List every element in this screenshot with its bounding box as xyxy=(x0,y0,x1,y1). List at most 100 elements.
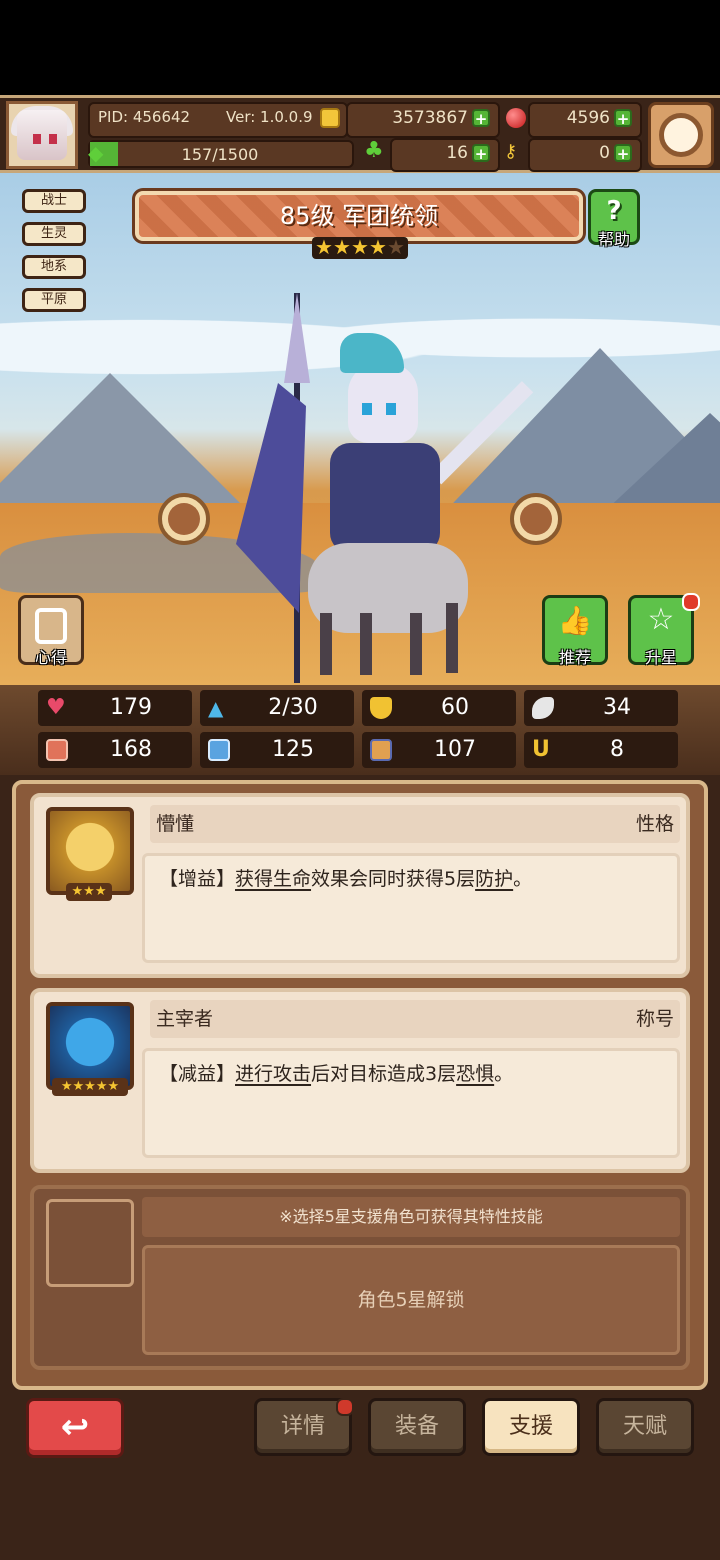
exp-value: 157/1500 xyxy=(181,145,259,164)
star-up-notification-dot xyxy=(682,593,700,611)
desc-prefix: 【减益】 xyxy=(159,1063,236,1085)
element-tag: 地系 xyxy=(22,255,86,279)
hero-eye xyxy=(386,403,396,415)
recommend-label: 推荐 xyxy=(558,648,591,667)
support-name: 懵懂 xyxy=(156,813,195,835)
avatar-eye xyxy=(33,134,41,144)
add-key-button[interactable]: + xyxy=(614,144,632,163)
prev-hero-button[interactable] xyxy=(158,493,210,545)
details-notification-dot xyxy=(336,1398,354,1416)
support-header: 懵懂 性格 xyxy=(150,805,680,843)
star-icon: ★ xyxy=(333,235,351,259)
star-up-label: 升星 xyxy=(644,648,677,667)
notes-icon xyxy=(35,608,67,644)
clover-amount: 16 xyxy=(446,143,468,163)
gear-icon xyxy=(659,113,703,157)
stat-attack: 168 xyxy=(38,732,192,768)
support-card-personality[interactable]: ★★★ 懵懂 性格 【增益】获得生命效果会同时获得5层防护。 xyxy=(30,793,690,978)
add-clover-button[interactable]: + xyxy=(472,144,490,163)
horse-leg xyxy=(446,603,458,673)
stat-speed: 34 xyxy=(524,690,678,726)
desc-suffix: 。 xyxy=(494,1063,514,1085)
hero-star-rating: ★ ★ ★ ★ ★ xyxy=(312,237,408,259)
hero-title: 85级 军团统领 xyxy=(279,202,439,230)
horseshoe-icon: Ս xyxy=(532,737,549,762)
mana-drop-icon: ▲ xyxy=(208,696,224,720)
horse-body xyxy=(308,543,468,633)
boots-icon xyxy=(370,739,392,761)
empty-portrait-slot[interactable] xyxy=(46,1199,134,1287)
gold-amount: 3573867 xyxy=(392,108,468,128)
help-button[interactable]: ? 帮助 xyxy=(588,189,640,249)
stat-hp: ♥ 179 xyxy=(38,690,192,726)
recommend-button[interactable]: 👍 推荐 xyxy=(542,595,608,667)
support-card-title[interactable]: ★★★★★ 主宰者 称号 【减益】进行攻击后对目标造成3层恐惧。 xyxy=(30,988,690,1173)
hero-eye xyxy=(362,403,372,415)
star-icon: ★ xyxy=(369,235,387,259)
gem-amount: 4596 xyxy=(566,108,610,128)
tab-talent[interactable]: 天赋 xyxy=(596,1398,694,1456)
stat-defense: 60 xyxy=(362,690,516,726)
locked-text: 角色5星解锁 xyxy=(142,1245,680,1355)
exp-gem-icon: ◆ xyxy=(88,141,104,165)
stat-luck: Ս 8 xyxy=(524,732,678,768)
keyword-link[interactable]: 防护 xyxy=(475,868,513,890)
pid-label: PID: 456642 xyxy=(98,108,191,126)
tab-support[interactable]: 支援 xyxy=(482,1398,580,1456)
support-description: 【减益】进行攻击后对目标造成3层恐惧。 xyxy=(142,1048,680,1158)
back-button[interactable]: ↩ xyxy=(26,1398,124,1458)
stat-value: 168 xyxy=(110,737,152,762)
terrain-tag: 平原 xyxy=(22,288,86,312)
locked-support-slot: ※选择5星支援角色可获得其特性技能 角色5星解锁 xyxy=(30,1185,690,1370)
stat-value: 125 xyxy=(272,737,314,762)
horse-leg xyxy=(360,613,372,675)
hero-body xyxy=(330,443,440,553)
support-type: 称号 xyxy=(635,1008,674,1030)
notes-label: 心得 xyxy=(34,648,67,667)
heart-icon: ♥ xyxy=(46,695,66,720)
keyword-link[interactable]: 恐惧 xyxy=(456,1063,494,1085)
shield-icon xyxy=(370,697,392,719)
stat-value: 8 xyxy=(610,737,624,762)
version-label: Ver: 1.0.0.9 xyxy=(226,108,313,126)
notes-button[interactable]: 心得 xyxy=(18,595,84,667)
fist-icon xyxy=(46,739,68,761)
gem-icon xyxy=(506,108,526,128)
star-icon: ★ xyxy=(351,235,369,259)
resource-header: PID: 456642 Ver: 1.0.0.9 3573867 + 4596 … xyxy=(0,95,720,173)
support-header: 主宰者 称号 xyxy=(150,1000,680,1038)
add-gold-button[interactable]: + xyxy=(472,109,490,128)
class-tag: 战士 xyxy=(22,189,86,213)
spellbook-icon xyxy=(208,739,230,761)
support-portrait-blonde[interactable] xyxy=(46,807,134,895)
desc-suffix: 。 xyxy=(513,868,533,890)
avatar-face xyxy=(17,110,67,160)
keyword-link[interactable]: 获得生命 xyxy=(235,868,311,890)
next-hero-button[interactable] xyxy=(510,493,562,545)
hero-title-bar: 85级 军团统领 xyxy=(135,191,583,241)
coin-icon xyxy=(320,108,340,128)
hero-head xyxy=(348,363,418,443)
stat-value: 34 xyxy=(603,695,631,720)
question-icon: ? xyxy=(606,196,622,226)
key-amount: 0 xyxy=(599,143,610,163)
tab-equipment[interactable]: 装备 xyxy=(368,1398,466,1456)
stat-value: 60 xyxy=(441,695,469,720)
desc-text: 后对目标造成3层 xyxy=(311,1063,457,1085)
clover-icon: ♣ xyxy=(364,138,384,163)
key-icon: ⚷ xyxy=(504,141,518,162)
avatar-eye xyxy=(49,134,57,144)
keyword-link[interactable]: 进行攻击 xyxy=(235,1063,311,1085)
empty-star-icon: ★ xyxy=(387,235,405,259)
support-portrait-blue[interactable] xyxy=(46,1002,134,1090)
help-label: 帮助 xyxy=(597,230,630,249)
horse-leg xyxy=(320,613,332,675)
arrow-right-icon xyxy=(520,503,552,535)
support-description: 【增益】获得生命效果会同时获得5层防护。 xyxy=(142,853,680,963)
star-icon: ★ xyxy=(315,235,333,259)
add-gem-button[interactable]: + xyxy=(614,109,632,128)
player-avatar[interactable] xyxy=(6,101,78,169)
status-bar xyxy=(0,0,720,95)
stat-value: 107 xyxy=(434,737,476,762)
settings-button[interactable] xyxy=(648,102,714,168)
